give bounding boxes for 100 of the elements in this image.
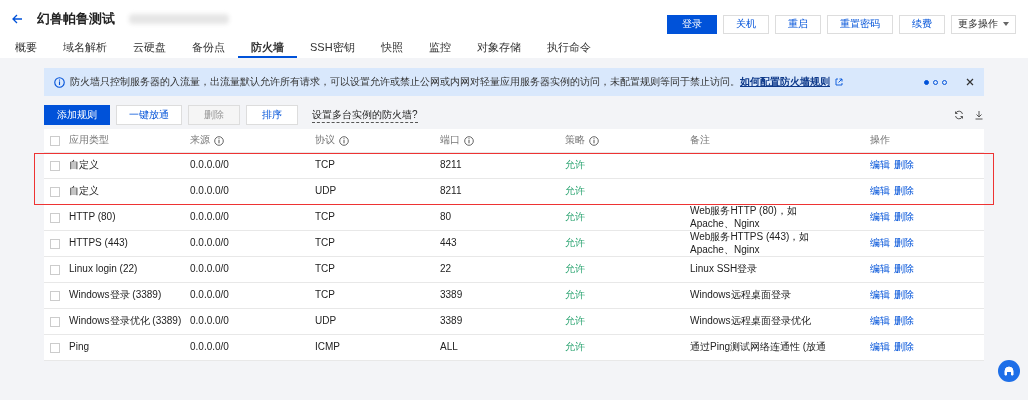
back-arrow-icon[interactable]: [12, 14, 23, 24]
table-cell: 0.0.0.0/0: [190, 237, 229, 250]
table-cell: ALL: [440, 341, 458, 354]
table-cell: 443: [440, 237, 457, 250]
policy-status: 允许: [565, 315, 585, 328]
action-button[interactable]: 重置密码: [827, 14, 893, 34]
info-icon: [54, 76, 65, 88]
help-link[interactable]: 设置多台实例的防火墙?: [312, 107, 418, 123]
table-cell: ICMP: [315, 341, 340, 354]
toolbar-button[interactable]: 排序: [246, 105, 298, 125]
column-header: 端口: [440, 134, 460, 147]
checkbox[interactable]: [50, 238, 60, 249]
table-cell: Linux login (22): [69, 263, 138, 276]
table-cell: 8211: [440, 185, 462, 198]
table-cell: HTTP (80): [69, 211, 116, 224]
column-header: 协议: [315, 134, 335, 147]
table-cell: Windows登录优化 (3389): [69, 315, 182, 328]
checkbox[interactable]: [50, 160, 60, 171]
table-cell: 22: [440, 263, 452, 276]
toolbar-button[interactable]: 一键放通: [116, 105, 182, 125]
checkbox[interactable]: [50, 342, 60, 353]
action-link[interactable]: 编辑: [870, 289, 890, 302]
table-cell: 0.0.0.0/0: [190, 211, 229, 224]
table-cell: 0.0.0.0/0: [190, 263, 229, 276]
table-cell: 0.0.0.0/0: [190, 159, 229, 172]
action-link[interactable]: 编辑: [870, 315, 890, 328]
table-cell-text: Linux SSH登录: [690, 263, 759, 276]
action-button[interactable]: 登录: [667, 14, 717, 34]
tab[interactable]: 备份点: [179, 38, 238, 58]
action-link[interactable]: 删除: [894, 185, 914, 198]
support-chat-button[interactable]: [998, 360, 1020, 382]
close-icon[interactable]: [966, 78, 974, 86]
checkbox[interactable]: [50, 264, 60, 275]
action-link[interactable]: 删除: [894, 211, 914, 224]
action-link[interactable]: 删除: [894, 237, 914, 250]
table-cell: UDP: [315, 185, 337, 198]
table-cell: 0.0.0.0/0: [190, 185, 229, 198]
action-link[interactable]: 删除: [894, 159, 914, 172]
external-link-icon: [835, 78, 843, 86]
tab[interactable]: 执行命令: [533, 38, 604, 58]
tab[interactable]: 云硬盘: [120, 38, 179, 58]
action-button[interactable]: 更多操作: [951, 14, 1016, 34]
table-cell: 自定义: [69, 159, 99, 172]
action-link[interactable]: 编辑: [870, 211, 890, 224]
help-link[interactable]: 如何配置防火墙规则: [740, 76, 830, 87]
column-header: 来源: [190, 134, 210, 147]
table-cell: HTTPS (443): [69, 237, 128, 250]
action-link[interactable]: 删除: [894, 263, 914, 276]
action-link[interactable]: 编辑: [870, 185, 890, 198]
table-cell: 3389: [440, 315, 463, 328]
table-cell: TCP: [315, 211, 335, 224]
tab[interactable]: 快照: [367, 38, 416, 58]
action-button[interactable]: 重启: [775, 14, 821, 34]
tab[interactable]: 防火墙: [238, 38, 297, 58]
table-cell-text: 通过Ping测试网络连通性 (放通: [690, 341, 828, 354]
action-link[interactable]: 编辑: [870, 159, 890, 172]
column-header: 应用类型: [69, 134, 109, 147]
action-link[interactable]: 删除: [894, 289, 914, 302]
table-cell: 0.0.0.0/0: [190, 315, 229, 328]
action-link[interactable]: 删除: [894, 315, 914, 328]
checkbox[interactable]: [50, 290, 60, 301]
page-dot[interactable]: [924, 79, 929, 85]
tab[interactable]: 域名解析: [50, 38, 120, 58]
caret-icon: [1003, 22, 1009, 26]
policy-status: 允许: [565, 159, 585, 172]
policy-status: 允许: [565, 263, 585, 276]
table-cell: 80: [440, 211, 452, 224]
table-cell: 自定义: [69, 185, 99, 198]
action-link[interactable]: 编辑: [870, 263, 890, 276]
table-cell: Windows登录 (3389): [69, 289, 162, 302]
table-cell: 3389: [440, 289, 463, 302]
action-button[interactable]: 续费: [899, 14, 945, 34]
table-cell: UDP: [315, 315, 337, 328]
refresh-icon[interactable]: [954, 110, 964, 120]
column-header: 备注: [690, 134, 710, 147]
table-cell: 0.0.0.0/0: [190, 289, 229, 302]
table-cell-text: Windows远程桌面登录优化: [690, 315, 812, 328]
tab[interactable]: 对象存储: [463, 38, 534, 58]
table-cell-text: Windows远程桌面登录: [690, 289, 792, 302]
column-header: 操作: [870, 134, 890, 147]
table-cell: TCP: [315, 159, 335, 172]
checkbox[interactable]: [50, 186, 60, 197]
checkbox[interactable]: [50, 316, 60, 327]
table-cell: TCP: [315, 263, 335, 276]
select-all-checkbox[interactable]: [50, 135, 60, 146]
action-link[interactable]: 编辑: [870, 341, 890, 354]
toolbar-button[interactable]: 添加规则: [44, 105, 110, 125]
column-header: 策略: [565, 134, 585, 147]
page-title: 幻兽帕鲁测试: [37, 10, 115, 28]
tab[interactable]: SSH密钥: [297, 38, 368, 58]
action-button[interactable]: 关机: [723, 14, 769, 34]
download-icon[interactable]: [974, 110, 984, 120]
tab[interactable]: 监控: [415, 38, 464, 58]
tab[interactable]: 概要: [12, 38, 50, 58]
action-link[interactable]: 删除: [894, 341, 914, 354]
action-link[interactable]: 编辑: [870, 237, 890, 250]
policy-status: 允许: [565, 185, 585, 198]
table-cell: 8211: [440, 159, 462, 172]
table-cell-text: Web服务HTTPS (443)，如Apache、Nginx: [690, 231, 811, 256]
checkbox[interactable]: [50, 212, 60, 223]
